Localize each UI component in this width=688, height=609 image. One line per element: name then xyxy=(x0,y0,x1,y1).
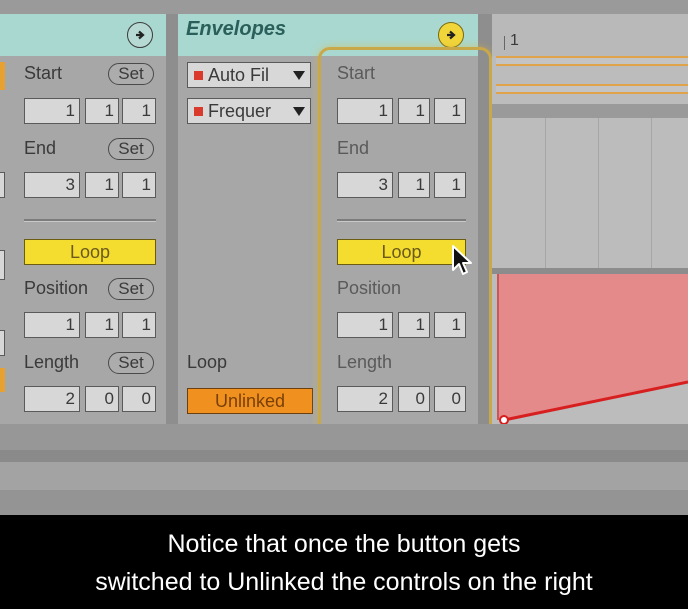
sample-expand-button[interactable] xyxy=(127,22,153,48)
start-sixteenth[interactable]: 1 xyxy=(122,98,156,124)
parameter-chooser[interactable]: Frequer xyxy=(187,98,311,124)
end-label: End xyxy=(24,138,57,158)
length-label: Length xyxy=(24,352,80,372)
left-edge-orange-2 xyxy=(0,368,5,392)
panel-bottom-band xyxy=(0,424,688,450)
grid-line xyxy=(545,118,546,270)
start-set-button[interactable]: Set xyxy=(108,63,154,85)
grid-line xyxy=(598,118,599,270)
left-edge-box-3 xyxy=(0,330,5,356)
envelope-fill xyxy=(498,274,688,420)
envelope-divider xyxy=(337,219,466,222)
position-label: Position xyxy=(24,278,89,298)
envelope-position-label: Position xyxy=(337,278,402,298)
length-set-button[interactable]: Set xyxy=(108,352,154,374)
envelope-length-beat[interactable]: 0 xyxy=(398,386,430,412)
automation-envelope[interactable] xyxy=(492,274,688,424)
envelope-loop-button[interactable]: Loop xyxy=(337,239,466,265)
ruler-tick xyxy=(504,36,505,50)
video-caption: Notice that once the button gets switche… xyxy=(0,515,688,609)
caption-line-2: switched to Unlinked the controls on the… xyxy=(95,568,593,596)
device-chooser-value: Auto Fil xyxy=(208,64,270,85)
unlinked-button[interactable]: Unlinked xyxy=(187,388,313,414)
length-bar[interactable]: 2 xyxy=(24,386,80,412)
envelope-end-label: End xyxy=(337,138,370,158)
arrow-right-icon xyxy=(447,30,456,40)
device-color-swatch xyxy=(194,70,203,80)
envelope-position-beat[interactable]: 1 xyxy=(398,312,430,338)
bottom-band-dark xyxy=(0,450,688,462)
envelope-start-label: Start xyxy=(337,63,376,83)
clip-loop-button[interactable]: Loop xyxy=(24,239,156,265)
parameter-chooser-value: Frequer xyxy=(208,100,272,121)
envelope-length-bar[interactable]: 2 xyxy=(337,386,393,412)
start-bar[interactable]: 1 xyxy=(24,98,80,124)
parameter-color-swatch xyxy=(194,106,203,116)
envelope-ruler[interactable] xyxy=(492,14,688,56)
end-set-button[interactable]: Set xyxy=(108,138,154,160)
envelope-position-bar[interactable]: 1 xyxy=(337,312,393,338)
length-sixteenth[interactable]: 0 xyxy=(122,386,156,412)
left-divider xyxy=(24,219,156,222)
length-beat[interactable]: 0 xyxy=(85,386,119,412)
left-edge-box-1 xyxy=(0,172,5,198)
device-chooser[interactable]: Auto Fil xyxy=(187,62,311,88)
bottom-band-lower xyxy=(0,490,688,515)
loop-brace-bottom xyxy=(496,84,688,94)
envelope-length-label: Length xyxy=(337,352,393,372)
left-edge-orange xyxy=(0,62,5,90)
dropdown-arrow-icon xyxy=(293,70,305,80)
grid-line xyxy=(651,118,652,270)
start-label: Start xyxy=(24,63,63,83)
left-edge-box-2 xyxy=(0,250,5,280)
envelope-start-sixteenth[interactable]: 1 xyxy=(434,98,466,124)
editor-scroll-band xyxy=(492,104,688,118)
end-sixteenth[interactable]: 1 xyxy=(122,172,156,198)
envelope-loop-label: Loop xyxy=(187,352,228,372)
envelope-end-bar[interactable]: 3 xyxy=(337,172,393,198)
bottom-band-light xyxy=(0,462,688,490)
envelope-start-bar[interactable]: 1 xyxy=(337,98,393,124)
caption-line-1: Notice that once the button gets xyxy=(167,530,521,558)
top-strip xyxy=(0,0,688,14)
loop-brace-top xyxy=(496,56,688,66)
envelope-end-sixteenth[interactable]: 1 xyxy=(434,172,466,198)
envelope-breakpoint[interactable] xyxy=(499,415,509,424)
envelopes-expand-button[interactable] xyxy=(438,22,464,48)
end-beat[interactable]: 1 xyxy=(85,172,119,198)
envelope-length-sixteenth[interactable]: 0 xyxy=(434,386,466,412)
envelopes-title: Envelopes xyxy=(186,18,287,40)
start-beat[interactable]: 1 xyxy=(85,98,119,124)
dropdown-arrow-icon xyxy=(293,106,305,116)
envelope-position-sixteenth[interactable]: 1 xyxy=(434,312,466,338)
arrow-right-icon xyxy=(136,30,145,40)
position-set-button[interactable]: Set xyxy=(108,278,154,300)
ruler-marker-1: 1 xyxy=(510,32,519,49)
envelope-end-beat[interactable]: 1 xyxy=(398,172,430,198)
position-beat[interactable]: 1 xyxy=(85,312,119,338)
position-sixteenth[interactable]: 1 xyxy=(122,312,156,338)
end-bar[interactable]: 3 xyxy=(24,172,80,198)
mouse-cursor-icon xyxy=(452,245,472,275)
position-bar[interactable]: 1 xyxy=(24,312,80,338)
envelope-start-beat[interactable]: 1 xyxy=(398,98,430,124)
